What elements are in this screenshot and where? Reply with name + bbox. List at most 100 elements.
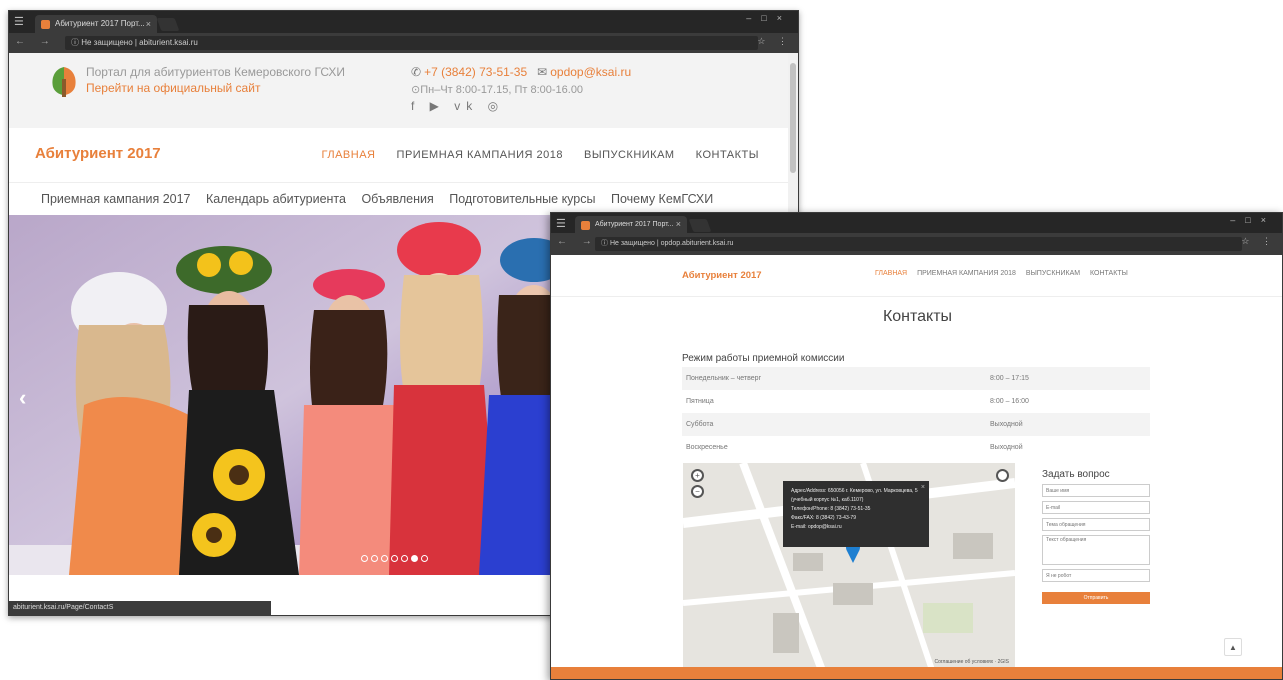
- slider-dot-active[interactable]: [411, 555, 418, 562]
- popup-email: E-mail: opdop@ksai.ru: [791, 524, 842, 530]
- logo-icon: [52, 67, 76, 97]
- menu-icon[interactable]: ☰: [14, 15, 24, 28]
- scrollbar-thumb[interactable]: [790, 63, 796, 173]
- mail-icon: ✉: [537, 65, 548, 79]
- slider-dot[interactable]: [391, 555, 398, 562]
- nav-graduates[interactable]: ВЫПУСКНИКАМ: [1026, 270, 1080, 277]
- zoom-out-button[interactable]: −: [691, 485, 704, 498]
- nav-campaign-2018[interactable]: ПРИЕМНАЯ КАМПАНИЯ 2018: [917, 270, 1016, 277]
- subnav-calendar[interactable]: Календарь абитуриента: [206, 192, 346, 206]
- question-form-title: Задать вопрос: [1042, 469, 1110, 480]
- hours-time: Выходной: [986, 413, 1150, 436]
- tab-bar: ☰ Абитуриент 2017 Порт... × –□×: [551, 213, 1282, 233]
- url-input[interactable]: ⓘ Не защищено | opdop.abiturient.ksai.ru: [595, 237, 1242, 251]
- slider-prev-icon[interactable]: ‹: [19, 385, 26, 411]
- nav-home[interactable]: ГЛАВНАЯ: [875, 270, 907, 277]
- subject-input[interactable]: [1042, 518, 1150, 531]
- main-menu: ГЛАВНАЯ ПРИЕМНАЯ КАМПАНИЯ 2018 ВЫПУСКНИК…: [304, 149, 759, 161]
- subnav-courses[interactable]: Подготовительные курсы: [449, 192, 595, 206]
- name-input[interactable]: [1042, 484, 1150, 497]
- nav-home[interactable]: ГЛАВНАЯ: [322, 149, 376, 161]
- clock-icon: ⊙: [411, 84, 421, 96]
- brand-title[interactable]: Абитуриент 2017: [682, 270, 762, 281]
- scrollbar[interactable]: [788, 53, 798, 213]
- slider-dot[interactable]: [371, 555, 378, 562]
- favicon-icon: [581, 221, 590, 230]
- bookmark-star-icon[interactable]: ☆ ⋮: [757, 36, 792, 47]
- hero-slider: ‹: [9, 215, 569, 575]
- tab-title: Абитуриент 2017 Порт...: [55, 19, 145, 28]
- main-navbar: Абитуриент 2017 ГЛАВНАЯ ПРИЕМНАЯ КАМПАНИ…: [9, 128, 789, 183]
- nav-campaign-2018[interactable]: ПРИЕМНАЯ КАМПАНИЯ 2018: [397, 149, 563, 161]
- table-row: Воскресенье Выходной: [682, 436, 1150, 459]
- bookmark-star-icon[interactable]: ☆ ⋮: [1241, 236, 1276, 247]
- map-credit[interactable]: Соглашение об условиях · 2GIS: [934, 659, 1009, 665]
- contact-phone-email: ✆ +7 (3842) 73-51-35 ✉ opdop@ksai.ru: [411, 65, 631, 79]
- main-navbar: Абитуриент 2017 ГЛАВНАЯ ПРИЕМНАЯ КАМПАНИ…: [551, 255, 1282, 297]
- popup-phone: Телефон/Phone: 8 (3842) 73-51-35: [791, 506, 871, 512]
- tab-bar: ☰ Абитуриент 2017 Порт... × –□×: [9, 11, 798, 33]
- email-link[interactable]: opdop@ksai.ru: [550, 65, 631, 79]
- slider-dot[interactable]: [381, 555, 388, 562]
- slider-dot[interactable]: [361, 555, 368, 562]
- popup-close-icon[interactable]: ×: [921, 483, 925, 492]
- address-bar: ← → C ⓘ Не защищено | opdop.abiturient.k…: [551, 233, 1282, 255]
- question-form: Задать вопрос Отправить: [1042, 469, 1152, 604]
- message-input[interactable]: [1042, 535, 1150, 565]
- table-row: Пятница 8:00 – 16:00: [682, 390, 1150, 413]
- scroll-up-icon[interactable]: ▲: [1224, 638, 1242, 656]
- send-button[interactable]: Отправить: [1042, 592, 1150, 604]
- hours-time: 8:00 – 16:00: [990, 398, 1029, 405]
- tab-close-icon[interactable]: ×: [676, 216, 681, 233]
- hours-table: Понедельник – четверг 8:00 – 17:15 Пятниц…: [682, 367, 1150, 459]
- browser-tab[interactable]: Абитуриент 2017 Порт... ×: [35, 15, 157, 33]
- slider-dot[interactable]: [421, 555, 428, 562]
- page-title: Контакты: [882, 308, 953, 325]
- popup-fax: Факс/FAX: 8 (3842) 73-43-79: [791, 515, 856, 521]
- tab-close-icon[interactable]: ×: [146, 15, 151, 33]
- brand-title[interactable]: Абитуриент 2017: [35, 145, 161, 162]
- sub-navbar: Приемная кампания 2017 Календарь абитури…: [9, 183, 789, 215]
- email-input[interactable]: [1042, 501, 1150, 514]
- subnav-announcements[interactable]: Объявления: [361, 192, 433, 206]
- slider-dot[interactable]: [401, 555, 408, 562]
- table-row: Понедельник – четверг 8:00 – 17:15: [682, 367, 1150, 390]
- official-site-link[interactable]: Перейти на официальный сайт: [86, 81, 260, 95]
- hours-text: Пн–Чт 8:00-17.15, Пт 8:00-16.00: [420, 84, 584, 96]
- window-controls[interactable]: –□×: [746, 13, 792, 23]
- phone-link[interactable]: +7 (3842) 73-51-35: [424, 65, 527, 79]
- phone-icon: ✆: [411, 65, 422, 79]
- zoom-in-button[interactable]: +: [691, 469, 704, 482]
- main-menu: ГЛАВНАЯ ПРИЕМНАЯ КАМПАНИЯ 2018 ВЫПУСКНИК…: [875, 270, 1128, 277]
- hero-image: [9, 215, 569, 575]
- browser-window-contacts: ☰ Абитуриент 2017 Порт... × –□× ← → C ⓘ …: [550, 212, 1283, 680]
- new-tab-button[interactable]: [156, 18, 180, 31]
- nav-graduates[interactable]: ВЫПУСКНИКАМ: [584, 149, 675, 161]
- map-popup: × Адрес/Address: 650056 г. Кемерово, ул.…: [783, 481, 929, 547]
- window-controls[interactable]: –□×: [1230, 215, 1276, 225]
- browser-tab[interactable]: Абитуриент 2017 Порт... ×: [575, 216, 687, 233]
- subnav-campaign-2017[interactable]: Приемная кампания 2017: [41, 192, 191, 206]
- fullscreen-icon[interactable]: [996, 469, 1009, 482]
- hours-heading: Режим работы приемной комиссии: [682, 353, 845, 364]
- hours-time: Выходной: [990, 444, 1023, 451]
- status-bar: abiturient.ksai.ru/Page/ContactS: [9, 601, 271, 615]
- tab-title: Абитуриент 2017 Порт...: [595, 221, 674, 228]
- top-info-bar: Портал для абитуриентов Кемеровского ГСХ…: [9, 53, 789, 128]
- map[interactable]: + − × Адрес/Address: 650056 г. Кемерово,…: [683, 463, 1015, 673]
- footer-bar: [551, 667, 1282, 679]
- hours-time: 8:00 – 17:15: [986, 367, 1150, 390]
- slider-dots: [361, 549, 431, 567]
- url-input[interactable]: ⓘ Не защищено | abiturient.ksai.ru: [65, 36, 758, 50]
- menu-icon[interactable]: ☰: [556, 217, 566, 230]
- table-row: Суббота Выходной: [682, 413, 1150, 436]
- new-tab-button[interactable]: [688, 219, 712, 232]
- nav-contacts[interactable]: КОНТАКТЫ: [1090, 270, 1128, 277]
- captcha-input[interactable]: [1042, 569, 1150, 582]
- favicon-icon: [41, 20, 50, 29]
- subnav-why[interactable]: Почему КемГСХИ: [611, 192, 713, 206]
- social-icons[interactable]: f ▶ vk ◎: [411, 99, 504, 113]
- nav-contacts[interactable]: КОНТАКТЫ: [696, 149, 759, 161]
- portal-description: Портал для абитуриентов Кемеровского ГСХ…: [86, 65, 346, 79]
- hours-day: Понедельник – четверг: [682, 367, 986, 390]
